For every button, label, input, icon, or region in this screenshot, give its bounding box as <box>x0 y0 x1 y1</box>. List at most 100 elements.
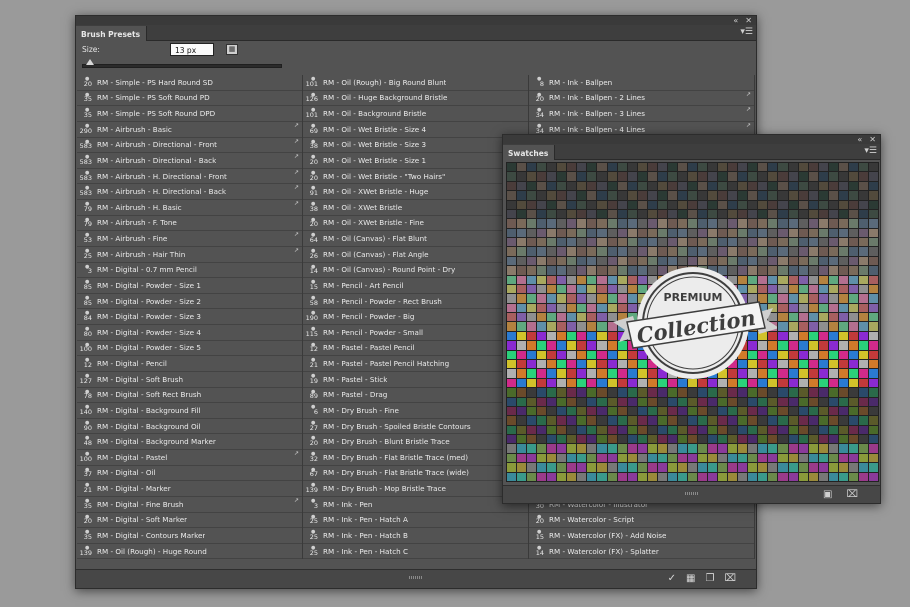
swatch-cell[interactable] <box>868 444 878 453</box>
swatch-cell[interactable] <box>808 191 818 200</box>
swatch-cell[interactable] <box>537 266 547 275</box>
swatch-cell[interactable] <box>597 416 607 425</box>
swatch-cell[interactable] <box>557 472 567 481</box>
swatch-cell[interactable] <box>748 435 758 444</box>
brush-preset-row[interactable]: 64 RM - Oil (Canvas) - Flat Blunt ● <box>303 231 528 247</box>
brush-preset-row[interactable]: 38 RM - Oil - XWet Bristle ● <box>303 200 528 216</box>
swatch-cell[interactable] <box>607 219 617 228</box>
swatch-cell[interactable] <box>557 200 567 209</box>
swatch-cell[interactable] <box>557 209 567 219</box>
brush-preset-row[interactable]: 19 RM - Pastel - Stick ● <box>303 372 528 388</box>
swatch-cell[interactable] <box>507 416 517 425</box>
swatch-cell[interactable] <box>527 388 537 397</box>
swatch-cell[interactable] <box>848 378 858 388</box>
swatch-cell[interactable] <box>597 341 607 350</box>
swatch-cell[interactable] <box>587 163 597 172</box>
swatch-cell[interactable] <box>627 191 637 200</box>
swatch-cell[interactable] <box>868 397 878 406</box>
swatch-cell[interactable] <box>738 172 748 181</box>
swatch-cell[interactable] <box>808 163 818 172</box>
swatch-cell[interactable] <box>698 219 708 228</box>
swatch-cell[interactable] <box>557 313 567 322</box>
swatch-cell[interactable] <box>788 350 798 360</box>
swatch-cell[interactable] <box>567 266 577 275</box>
swatch-cell[interactable] <box>868 463 878 472</box>
swatch-cell[interactable] <box>838 472 848 481</box>
swatch-cell[interactable] <box>647 191 657 200</box>
swatch-cell[interactable] <box>768 238 778 247</box>
swatch-cell[interactable] <box>617 416 627 425</box>
swatch-cell[interactable] <box>808 303 818 313</box>
swatch-cell[interactable] <box>728 444 738 453</box>
swatch-cell[interactable] <box>657 228 667 238</box>
swatch-cell[interactable] <box>798 397 808 406</box>
swatch-cell[interactable] <box>567 397 577 406</box>
swatch-cell[interactable] <box>858 313 868 322</box>
swatch-cell[interactable] <box>527 275 537 284</box>
swatch-cell[interactable] <box>858 163 868 172</box>
swatch-cell[interactable] <box>788 388 798 397</box>
swatch-cell[interactable] <box>788 181 798 191</box>
swatch-cell[interactable] <box>657 416 667 425</box>
swatch-cell[interactable] <box>868 284 878 294</box>
swatch-cell[interactable] <box>768 228 778 238</box>
swatch-cell[interactable] <box>647 163 657 172</box>
swatch-cell[interactable] <box>527 303 537 313</box>
size-input[interactable]: 13 px <box>170 43 214 56</box>
swatch-cell[interactable] <box>507 472 517 481</box>
swatch-cell[interactable] <box>577 294 587 303</box>
brush-preset-row[interactable]: 140 RM - Digital - Background Fill ● <box>77 403 302 419</box>
swatch-cell[interactable] <box>677 200 687 209</box>
swatch-cell[interactable] <box>677 397 687 406</box>
swatch-cell[interactable] <box>758 219 768 228</box>
brush-preset-row[interactable]: 25 RM - Airbrush - Hair Thin ● ↗ <box>77 247 302 263</box>
swatch-cell[interactable] <box>617 247 627 256</box>
swatch-cell[interactable] <box>637 388 647 397</box>
swatch-cell[interactable] <box>557 247 567 256</box>
swatch-cell[interactable] <box>858 266 868 275</box>
swatch-cell[interactable] <box>798 350 808 360</box>
swatch-cell[interactable] <box>627 238 637 247</box>
swatch-cell[interactable] <box>788 472 798 481</box>
swatch-cell[interactable] <box>607 463 617 472</box>
brush-preset-row[interactable]: 48 RM - Digital - Background Marker ● <box>77 434 302 450</box>
swatch-cell[interactable] <box>677 191 687 200</box>
swatch-cell[interactable] <box>788 228 798 238</box>
swatch-cell[interactable] <box>667 200 677 209</box>
swatch-cell[interactable] <box>687 238 698 247</box>
swatch-cell[interactable] <box>577 369 587 378</box>
swatch-cell[interactable] <box>848 406 858 416</box>
swatch-cell[interactable] <box>868 163 878 172</box>
swatch-cell[interactable] <box>567 228 577 238</box>
swatch-cell[interactable] <box>858 360 868 369</box>
swatch-cell[interactable] <box>778 200 788 209</box>
swatch-cell[interactable] <box>547 238 557 247</box>
swatch-cell[interactable] <box>517 256 527 266</box>
swatch-cell[interactable] <box>597 172 607 181</box>
swatch-cell[interactable] <box>838 416 848 425</box>
swatch-cell[interactable] <box>768 435 778 444</box>
swatch-cell[interactable] <box>708 416 718 425</box>
swatch-cell[interactable] <box>587 331 597 341</box>
swatch-cell[interactable] <box>657 472 667 481</box>
swatch-cell[interactable] <box>758 444 768 453</box>
swatch-cell[interactable] <box>687 472 698 481</box>
swatch-cell[interactable] <box>537 247 547 256</box>
swatch-cell[interactable] <box>698 397 708 406</box>
swatch-cell[interactable] <box>758 163 768 172</box>
swatch-cell[interactable] <box>647 416 657 425</box>
swatch-cell[interactable] <box>527 416 537 425</box>
swatch-cell[interactable] <box>778 238 788 247</box>
swatch-cell[interactable] <box>637 191 647 200</box>
swatch-cell[interactable] <box>748 172 758 181</box>
swatch-cell[interactable] <box>738 388 748 397</box>
swatch-cell[interactable] <box>858 378 868 388</box>
swatch-cell[interactable] <box>637 453 647 463</box>
swatch-cell[interactable] <box>577 322 587 331</box>
brush-preset-row[interactable]: 37 RM - Digital - Oil ● <box>77 466 302 482</box>
swatch-cell[interactable] <box>517 209 527 219</box>
swatch-cell[interactable] <box>517 453 527 463</box>
swatch-cell[interactable] <box>567 406 577 416</box>
swatch-cell[interactable] <box>818 172 828 181</box>
swatch-cell[interactable] <box>818 313 828 322</box>
